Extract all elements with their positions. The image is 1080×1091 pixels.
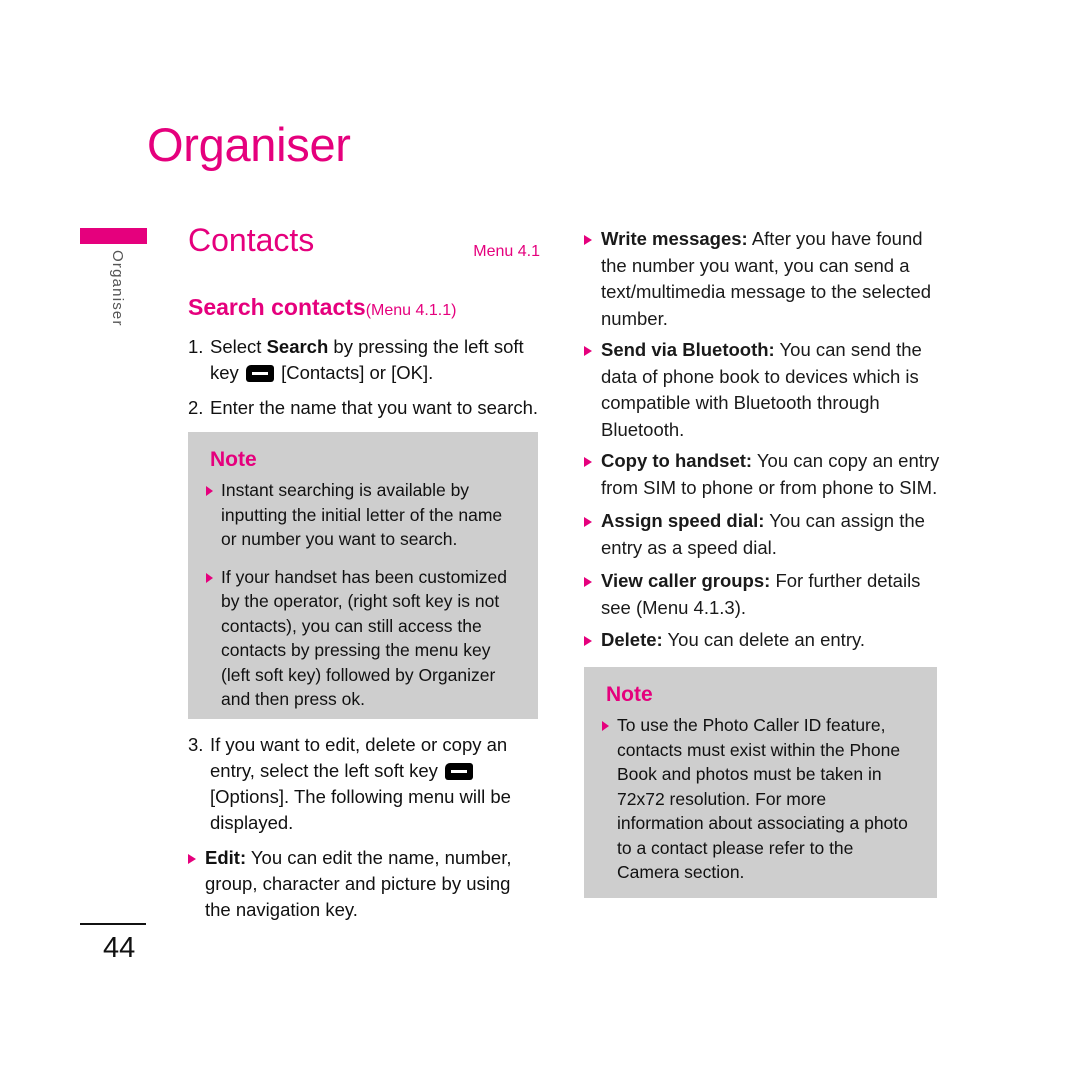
option-text: Assign speed dial: You can assign the en… xyxy=(601,508,940,561)
option-label: Write messages: xyxy=(601,228,748,249)
triangle-bullet-icon xyxy=(584,627,601,654)
step-text-fragment: [Contacts] or [OK]. xyxy=(275,362,434,383)
step-text-fragment: [Options]. The following menu will be di… xyxy=(210,786,511,833)
section-menu-reference: Menu 4.1 xyxy=(473,243,540,260)
list-item: 3. If you want to edit, delete or copy a… xyxy=(188,732,540,836)
side-tab-label: Organiser xyxy=(109,250,126,327)
step-text: If you want to edit, delete or copy an e… xyxy=(210,732,540,836)
list-item: 1. Select Search by pressing the left so… xyxy=(188,334,540,386)
triangle-bullet-icon xyxy=(584,226,601,332)
step-number: 2. xyxy=(188,397,204,418)
list-item: View caller groups: For further details … xyxy=(584,568,940,621)
note-bullet: If your handset has been customized by t… xyxy=(206,565,518,712)
list-item: Edit: You can edit the name, number, gro… xyxy=(188,845,540,923)
option-body: You can edit the name, number, group, ch… xyxy=(205,847,512,920)
option-label: Copy to handset: xyxy=(601,450,753,471)
list-item: Delete: You can delete an entry. xyxy=(584,627,940,654)
option-body: You can delete an entry. xyxy=(662,629,866,650)
step-text-emphasis: Search xyxy=(266,336,329,357)
list-item: Send via Bluetooth: You can send the dat… xyxy=(584,337,940,443)
section-title: Contacts xyxy=(188,222,315,258)
note-bullet: Instant searching is available by inputt… xyxy=(206,478,518,552)
option-text: View caller groups: For further details … xyxy=(601,568,940,621)
option-label: Delete: xyxy=(601,629,663,650)
note-bullet-list: To use the Photo Caller ID feature, cont… xyxy=(602,713,917,885)
manual-page: Organiser Organiser Contacts Menu 4.1 Se… xyxy=(0,0,1080,1091)
triangle-bullet-icon xyxy=(602,713,617,885)
list-item: Assign speed dial: You can assign the en… xyxy=(584,508,940,561)
option-label: View caller groups: xyxy=(601,570,771,591)
step-text-fragment: Select xyxy=(210,336,267,357)
note-bullet-text: If your handset has been customized by t… xyxy=(221,566,508,710)
triangle-bullet-icon xyxy=(584,337,601,443)
step-text: Enter the name that you want to search. xyxy=(210,397,539,418)
step-number: 1. xyxy=(188,336,204,357)
page-title: Organiser xyxy=(147,118,351,171)
section-heading: Contacts Menu 4.1 xyxy=(188,224,540,268)
triangle-bullet-icon xyxy=(206,565,221,712)
page-number: 44 xyxy=(103,932,136,964)
note-bullet-list: Instant searching is available by inputt… xyxy=(206,478,518,712)
note-box: Note Instant searching is available by i… xyxy=(188,432,538,719)
note-title: Note xyxy=(606,683,653,706)
list-item: 2. Enter the name that you want to searc… xyxy=(188,395,540,421)
subsection-menu-reference: (Menu 4.1.1) xyxy=(365,302,457,319)
note-box: Note To use the Photo Caller ID feature,… xyxy=(584,667,937,898)
soft-key-icon xyxy=(245,365,274,382)
subsection-title: Search contacts xyxy=(188,294,366,320)
subsection-heading: Search contacts(Menu 4.1.1) xyxy=(188,296,456,319)
option-label: Edit: xyxy=(205,847,247,868)
triangle-bullet-icon xyxy=(188,845,205,923)
soft-key-icon xyxy=(445,763,474,780)
option-text: Send via Bluetooth: You can send the dat… xyxy=(601,337,940,443)
option-text: Edit: You can edit the name, number, gro… xyxy=(205,845,540,923)
note-bullet-text: Instant searching is available by inputt… xyxy=(221,480,503,550)
side-tab-marker xyxy=(80,228,147,244)
step-number: 3. xyxy=(188,734,204,755)
note-bullet-text: To use the Photo Caller ID feature, cont… xyxy=(617,715,908,883)
list-item: Write messages: After you have found the… xyxy=(584,226,940,332)
option-label: Assign speed dial: xyxy=(601,510,765,531)
option-text: Copy to handset: You can copy an entry f… xyxy=(601,448,940,501)
footer-divider xyxy=(80,923,146,925)
note-title: Note xyxy=(210,448,257,471)
triangle-bullet-icon xyxy=(206,478,221,552)
option-text: Write messages: After you have found the… xyxy=(601,226,940,332)
note-bullet: To use the Photo Caller ID feature, cont… xyxy=(602,713,917,885)
triangle-bullet-icon xyxy=(584,508,601,561)
option-label: Send via Bluetooth: xyxy=(601,339,775,360)
option-text: Delete: You can delete an entry. xyxy=(601,627,940,654)
triangle-bullet-icon xyxy=(584,448,601,501)
triangle-bullet-icon xyxy=(584,568,601,621)
step-text: Select Search by pressing the left soft … xyxy=(210,334,540,386)
list-item: Copy to handset: You can copy an entry f… xyxy=(584,448,940,501)
